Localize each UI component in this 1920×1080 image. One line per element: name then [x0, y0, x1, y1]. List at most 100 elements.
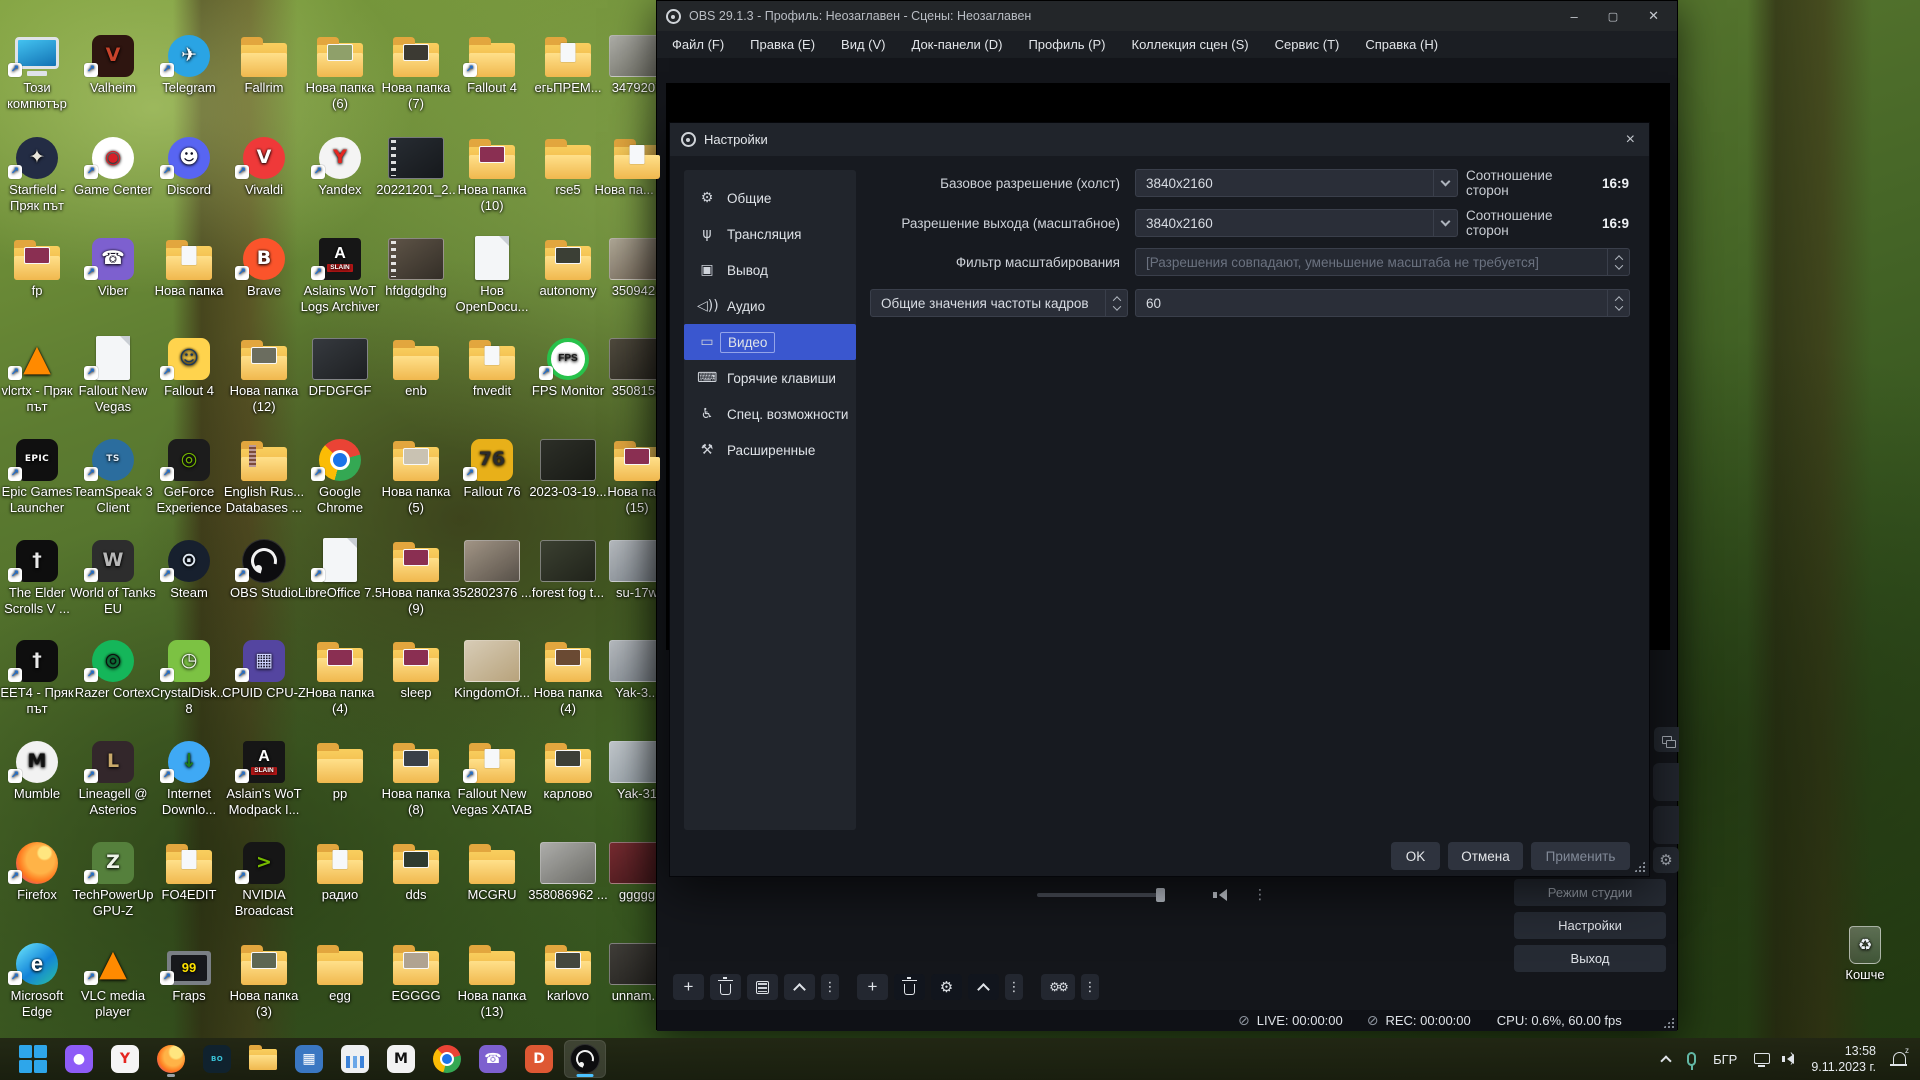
sidebar-item-advanced[interactable]: ⚒Расширенные: [684, 432, 856, 468]
window-resize-grip[interactable]: [1663, 1017, 1674, 1028]
close-button[interactable]: ✕: [1648, 8, 1659, 24]
desktop-icon[interactable]: e↗Microsoft Edge: [0, 933, 80, 1021]
desktop-icon[interactable]: ↗Fallout New Vegas: [70, 328, 156, 416]
desktop-icon[interactable]: Нова папка (8): [373, 731, 459, 819]
mixer-menu-icon[interactable]: ⋮: [1253, 887, 1267, 903]
network-tray-icon[interactable]: [1754, 1053, 1770, 1064]
desktop-icon[interactable]: Нов OpenDocu...: [449, 228, 535, 316]
taskbar-mumble[interactable]: M: [380, 1040, 422, 1078]
source-up-button[interactable]: [968, 974, 999, 1000]
desktop-icon[interactable]: ▦↗CPUID CPU-Z: [221, 630, 307, 701]
advanced-audio-button[interactable]: ⚙⚙: [1041, 974, 1075, 1000]
mixer-gear-button[interactable]: ⚙: [1653, 847, 1679, 873]
speaker-icon[interactable]: [1219, 889, 1227, 901]
taskbar-file-explorer[interactable]: [242, 1040, 284, 1078]
source-properties-button[interactable]: ⚙: [931, 974, 962, 1000]
desktop-icon[interactable]: 99↗Fraps: [146, 933, 232, 1004]
settings-close-button[interactable]: ×: [1612, 131, 1649, 149]
volume-tray-icon[interactable]: [1787, 1054, 1794, 1064]
desktop-icon[interactable]: Нова папка (10): [449, 127, 535, 215]
desktop-icon[interactable]: ASLAIN↗Aslain's WoT Modpack I...: [221, 731, 307, 819]
desktop-icon[interactable]: DFDGFGF: [297, 328, 383, 399]
scene-filters-button[interactable]: [747, 974, 778, 1000]
notifications-bell-icon[interactable]: [1893, 1052, 1906, 1064]
desktop-icon[interactable]: ASLAIN↗Aslains WoT Logs Archiver: [297, 228, 383, 316]
taskbar-system-monitor[interactable]: ▦: [288, 1040, 330, 1078]
scene-menu-button[interactable]: ⋮: [821, 974, 839, 1000]
desktop-icon[interactable]: Нова папка (5): [373, 429, 459, 517]
dialog-resize-grip[interactable]: [1634, 861, 1645, 872]
mixer-menu2-icon[interactable]: ⋮: [1081, 974, 1099, 1000]
taskbar-start[interactable]: [12, 1040, 54, 1078]
desktop-icon[interactable]: ☎↗Viber: [70, 228, 156, 299]
desktop-icon[interactable]: ☻↗Discord: [146, 127, 232, 198]
taskbar-chrome[interactable]: [426, 1040, 468, 1078]
desktop-icon[interactable]: fp: [0, 228, 80, 299]
desktop-icon[interactable]: EPIC↗Epic Games Launcher: [0, 429, 80, 517]
menu-item[interactable]: Файл (F): [659, 33, 737, 56]
remove-source-button[interactable]: [894, 974, 925, 1000]
microphone-tray-icon[interactable]: [1687, 1052, 1696, 1066]
desktop-icon[interactable]: Нова папка (9): [373, 530, 459, 618]
downscale-filter-combo[interactable]: [Разрешения совпадают, уменьшение масшта…: [1135, 248, 1630, 276]
desktop-icon[interactable]: Нова папка (7): [373, 25, 459, 113]
desktop-icon[interactable]: ☺↗Fallout 4: [146, 328, 232, 399]
desktop-icon[interactable]: ↗Този компютър: [0, 25, 80, 113]
desktop-icon[interactable]: Нова папка (3): [221, 933, 307, 1021]
desktop-icon[interactable]: English Rus... Databases ...: [221, 429, 307, 517]
desktop-icon[interactable]: enb: [373, 328, 459, 399]
taskbar-bo-app[interactable]: BO: [196, 1040, 238, 1078]
desktop-icon[interactable]: hfdgdgdhg: [373, 228, 459, 299]
exit-button[interactable]: Выход: [1514, 945, 1666, 972]
desktop-icon[interactable]: TS↗TeamSpeak 3 Client: [70, 429, 156, 517]
desktop-icon[interactable]: L↗Lineagell @ Asterios: [70, 731, 156, 819]
studio-mode-button[interactable]: Режим студии: [1514, 879, 1666, 906]
desktop-icon[interactable]: fnvedit: [449, 328, 535, 399]
taskbar-yandex-alice[interactable]: ●: [58, 1040, 100, 1078]
desktop-icon[interactable]: ↗Fallout New Vegas XATAB: [449, 731, 535, 819]
desktop-icon[interactable]: ↓↗Internet Downlo...: [146, 731, 232, 819]
desktop-icon[interactable]: ◷↗CrystalDisk... 8: [146, 630, 232, 718]
fps-type-combo[interactable]: Общие значения частоты кадров: [870, 289, 1128, 317]
desktop-icon[interactable]: Fallrim: [221, 25, 307, 96]
obs-titlebar[interactable]: OBS 29.1.3 - Профиль: Неозаглавен - Сцен…: [657, 1, 1677, 31]
settings-dialog-titlebar[interactable]: Настройки ×: [670, 123, 1649, 156]
desktop-icon[interactable]: ✈↗Telegram: [146, 25, 232, 96]
desktop-icon[interactable]: ↗Fallout 4: [449, 25, 535, 96]
taskbar-firefox[interactable]: [150, 1040, 192, 1078]
menu-item[interactable]: Док-панели (D): [899, 33, 1016, 56]
desktop-icon[interactable]: радио: [297, 832, 383, 903]
desktop-icon[interactable]: ◉↗Game Center: [70, 127, 156, 198]
desktop-icon[interactable]: B↗Brave: [221, 228, 307, 299]
desktop-icon[interactable]: ◎↗Razer Cortex: [70, 630, 156, 701]
taskbar-task-manager[interactable]: [334, 1040, 376, 1078]
menu-item[interactable]: Правка (Е): [737, 33, 828, 56]
desktop-icon[interactable]: †↗The Elder Scrolls V ...: [0, 530, 80, 618]
desktop-icon[interactable]: Нова папка (4): [297, 630, 383, 718]
taskbar-viber[interactable]: ☎: [472, 1040, 514, 1078]
desktop-icon[interactable]: FO4EDIT: [146, 832, 232, 903]
desktop-icon[interactable]: Z↗TechPowerUp GPU-Z: [70, 832, 156, 920]
add-scene-button[interactable]: +: [673, 974, 704, 1000]
desktop-icon[interactable]: Y↗Yandex: [297, 127, 383, 198]
sidebar-item-hotkeys[interactable]: ⌨Горячие клавиши: [684, 360, 856, 396]
desktop-icon[interactable]: V↗Vivaldi: [221, 127, 307, 198]
language-indicator[interactable]: БГР: [1713, 1052, 1737, 1067]
desktop-icon[interactable]: ↗Google Chrome: [297, 429, 383, 517]
desktop-icon[interactable]: Нова папка (6): [297, 25, 383, 113]
desktop-icon[interactable]: M↗Mumble: [0, 731, 80, 802]
desktop-icon[interactable]: ⊙↗Steam: [146, 530, 232, 601]
settings-button[interactable]: Настройки: [1514, 912, 1666, 939]
desktop-icon[interactable]: V↗Valheim: [70, 25, 156, 96]
desktop-icon[interactable]: ▲↗vlcrtx - Пряк път: [0, 328, 80, 416]
menu-item[interactable]: Вид (V): [828, 33, 898, 56]
desktop-icon[interactable]: >↗NVIDIA Broadcast: [221, 832, 307, 920]
desktop-icon[interactable]: 352802376 ...: [449, 530, 535, 601]
scene-up-button[interactable]: [784, 974, 815, 1000]
taskbar-obs[interactable]: [564, 1040, 606, 1078]
add-source-button[interactable]: +: [857, 974, 888, 1000]
desktop-icon[interactable]: dds: [373, 832, 459, 903]
desktop-icon[interactable]: ▲↗VLC media player: [70, 933, 156, 1021]
minimize-button[interactable]: –: [1570, 9, 1577, 24]
output-resolution-combo[interactable]: 3840x2160: [1135, 209, 1458, 237]
